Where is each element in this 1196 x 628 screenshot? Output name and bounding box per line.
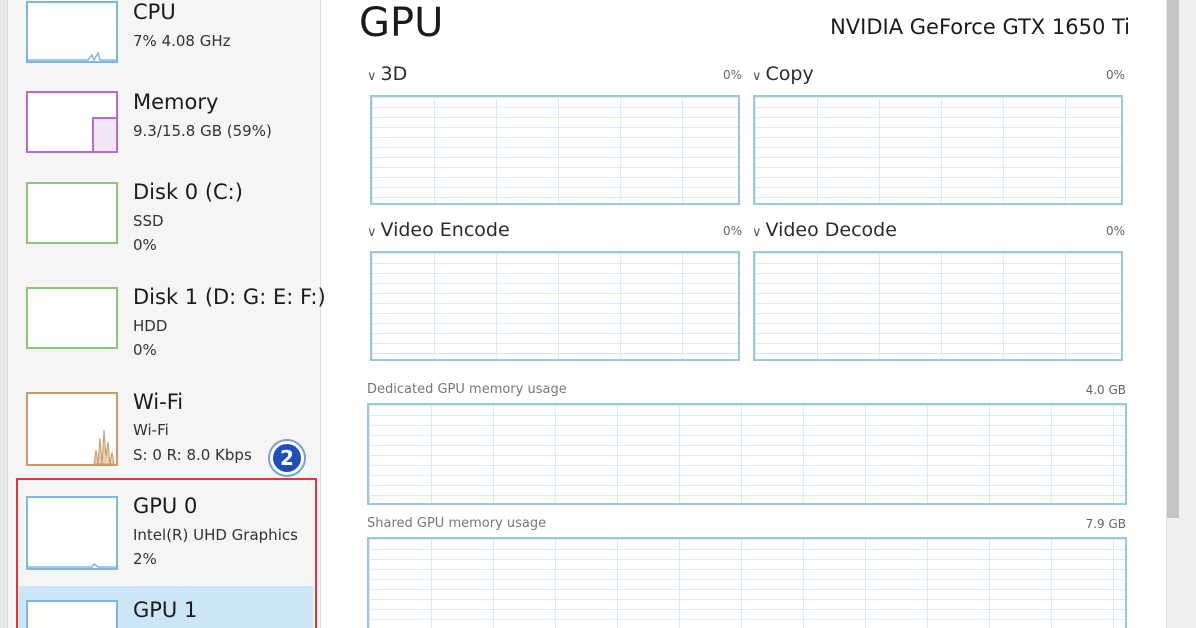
sidebar-item-detail: HDD <box>133 317 168 335</box>
sidebar-item-title: Disk 1 (D: G: E: F:) <box>133 285 326 309</box>
chevron-down-icon: ∨ <box>752 225 762 240</box>
chevron-down-icon: ∨ <box>367 225 377 240</box>
engine-graph-copy <box>753 95 1123 205</box>
shared-memory-label: Shared GPU memory usage <box>367 516 547 531</box>
disk1-thumbnail-graph <box>26 287 118 349</box>
memory-fill <box>92 117 118 153</box>
sidebar-item-throughput: S: 0 R: 8.0 Kbps <box>133 446 252 464</box>
engine-label: Video Encode <box>380 219 510 241</box>
dedicated-memory-max: 4.0 GB <box>1085 383 1126 397</box>
sidebar-item-title: Wi-Fi <box>133 390 184 414</box>
disk0-thumbnail-graph <box>26 182 118 244</box>
wifi-sparkline <box>93 429 115 464</box>
engine-selector-copy[interactable]: ∨ Copy <box>752 63 814 85</box>
sidebar-item-detail: 7% 4.08 GHz <box>133 32 231 50</box>
wifi-thumbnail-graph <box>26 392 118 466</box>
sidebar-item-detail: SSD <box>133 212 164 230</box>
sidebar-item-detail: Wi-Fi <box>133 421 169 439</box>
cpu-thumbnail-graph <box>26 1 118 63</box>
sidebar-item-detail: 9.3/15.8 GB (59%) <box>133 122 272 140</box>
memory-thumbnail-graph <box>26 91 118 153</box>
engine-graph-video-encode <box>370 251 740 361</box>
engine-graph-video-decode <box>753 251 1123 361</box>
engine-selector-3d[interactable]: ∨ 3D <box>367 63 407 85</box>
shared-memory-graph <box>367 537 1127 628</box>
page-title: GPU <box>359 0 444 46</box>
engine-label: Video Decode <box>765 219 897 241</box>
dedicated-memory-label: Dedicated GPU memory usage <box>367 382 567 397</box>
engine-selector-video-decode[interactable]: ∨ Video Decode <box>752 219 897 241</box>
dedicated-memory-graph <box>367 403 1127 505</box>
engine-selector-video-encode[interactable]: ∨ Video Encode <box>367 219 510 241</box>
engine-percent: 0% <box>1105 224 1125 238</box>
chevron-down-icon: ∨ <box>367 69 377 84</box>
window-edge <box>0 0 8 628</box>
sidebar-item-title: Memory <box>133 90 219 114</box>
gpu-device-name: NVIDIA GeForce GTX 1650 Ti <box>830 15 1130 39</box>
engine-percent: 0% <box>1105 68 1125 82</box>
engine-graph-3d <box>370 95 740 205</box>
step-number-badge: 2 <box>270 441 304 475</box>
scrollbar-thumb[interactable] <box>1167 0 1179 518</box>
shared-memory-max: 7.9 GB <box>1085 517 1126 531</box>
engine-percent: 0% <box>722 68 742 82</box>
sidebar-item-title: Disk 0 (C:) <box>133 180 243 204</box>
engine-percent: 0% <box>722 224 742 238</box>
cpu-sparkline <box>28 51 116 61</box>
chevron-down-icon: ∨ <box>752 69 762 84</box>
sidebar-item-percent: 0% <box>133 236 157 254</box>
engine-label: Copy <box>765 63 814 85</box>
engine-label: 3D <box>380 63 408 85</box>
sidebar-item-percent: 0% <box>133 341 157 359</box>
gpu-highlight-box <box>16 478 317 628</box>
sidebar-item-title: CPU <box>133 0 176 24</box>
